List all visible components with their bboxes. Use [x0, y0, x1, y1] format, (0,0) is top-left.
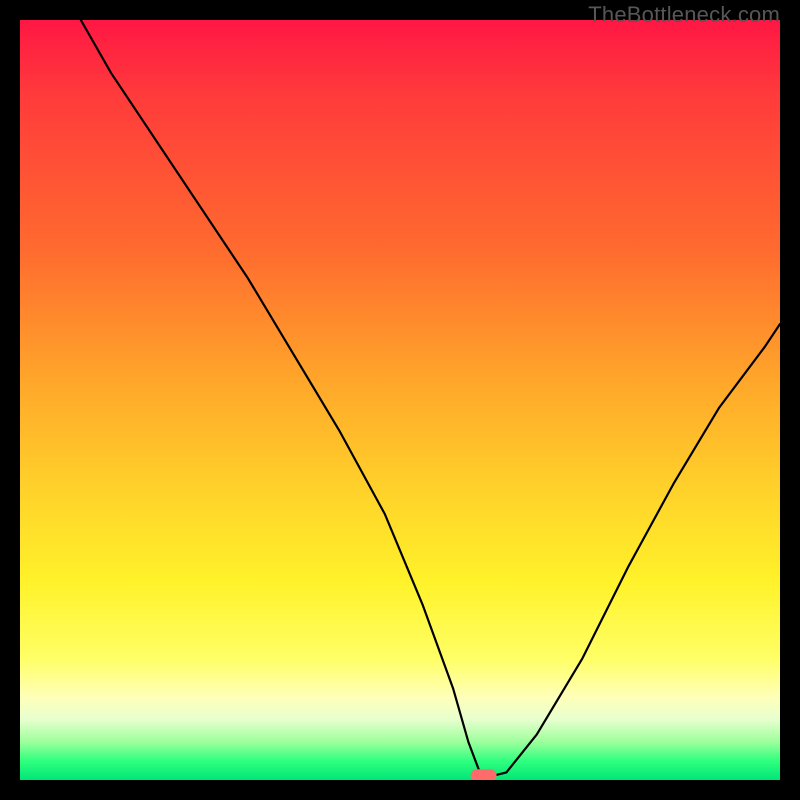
optimum-marker	[471, 769, 497, 780]
chart-frame: TheBottleneck.com	[0, 0, 800, 800]
watermark-text: TheBottleneck.com	[588, 2, 780, 28]
chart-svg	[20, 20, 780, 780]
bottleneck-curve	[81, 20, 780, 776]
plot-area	[20, 20, 780, 780]
